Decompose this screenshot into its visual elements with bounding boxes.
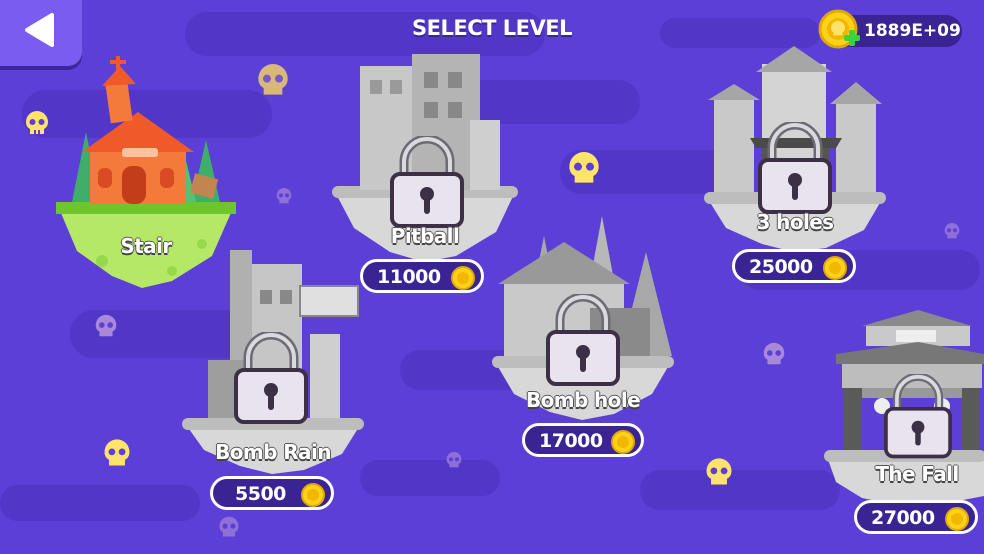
skull-icon [446,452,462,468]
background-stripe [360,460,500,496]
skull-icon [706,458,732,485]
price-value: 27000 [871,507,935,529]
coin-icon [451,266,475,290]
level-name: The Fall [875,462,959,486]
price-value: 5500 [235,483,286,505]
price-value: 25000 [749,256,813,278]
level-name: Bomb hole [525,388,641,412]
coin-icon [611,430,635,454]
level-name: 3 holes [756,210,835,234]
background-stripe [0,485,200,521]
price-button-the-fall[interactable]: 27000 [854,500,978,534]
skull-icon [763,342,785,365]
background-stripe [640,470,840,510]
price-button-3-holes[interactable]: 25000 [732,249,856,283]
coin-icon [301,483,325,507]
price-button-bomb-hole[interactable]: 17000 [522,423,644,457]
lock-icon [546,294,620,386]
level-the-fall[interactable]: The Fall [822,306,984,506]
coin-balance-value: 1889E+09 [864,21,961,41]
coin-icon [945,507,969,531]
lock-icon [758,122,832,214]
skull-icon [104,439,130,466]
skull-icon [219,516,239,537]
skull-icon [276,188,292,204]
skull-icon [26,111,48,134]
lock-icon [884,374,952,459]
lock-icon [390,136,464,228]
level-bomb-hole[interactable]: Bomb hole [490,212,676,426]
skull-icon [569,152,599,183]
price-button-pitball[interactable]: 11000 [360,259,484,293]
level-bomb-rain[interactable]: Bomb Rain [180,250,366,475]
skull-icon [944,223,960,239]
skull-icon [95,314,117,337]
price-button-bomb-rain[interactable]: 5500 [210,476,334,510]
price-value: 17000 [539,430,603,452]
price-value: 11000 [377,266,441,288]
level-name: Bomb Rain [215,440,331,464]
skull-icon [258,64,288,95]
coin-icon [823,256,847,280]
coin-balance[interactable]: 1889E+09 [818,9,962,49]
level-3-holes[interactable]: 3 holes [702,44,888,254]
lock-icon [234,332,308,424]
